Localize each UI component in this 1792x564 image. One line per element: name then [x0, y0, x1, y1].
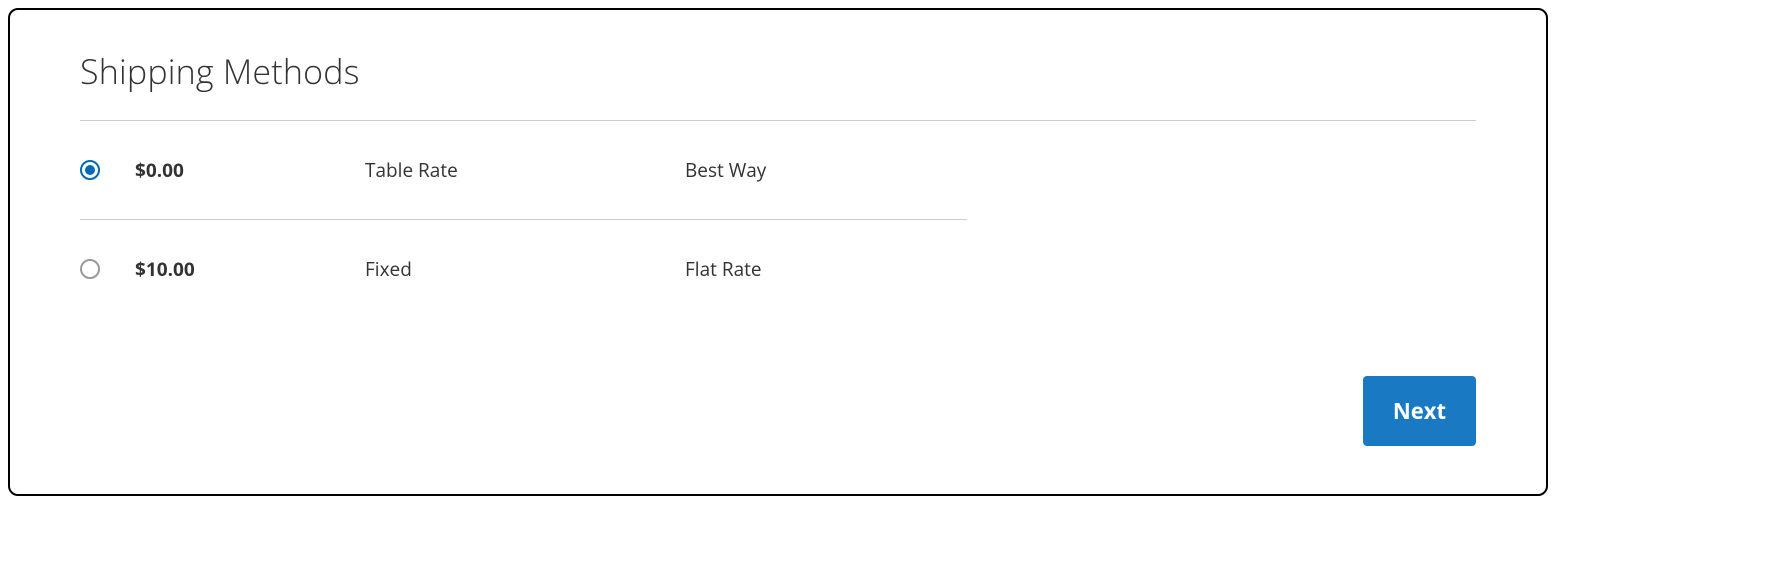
radio-cell — [80, 160, 135, 180]
shipping-price: $0.00 — [135, 157, 365, 183]
radio-table-rate[interactable] — [80, 160, 100, 180]
section-title: Shipping Methods — [80, 48, 1476, 94]
shipping-carrier-name: Best Way — [685, 157, 967, 183]
shipping-method-row[interactable]: $10.00 Fixed Flat Rate — [80, 219, 967, 318]
shipping-method-name: Fixed — [365, 256, 685, 282]
shipping-method-row[interactable]: $0.00 Table Rate Best Way — [80, 121, 967, 219]
radio-cell — [80, 259, 135, 279]
shipping-carrier-name: Flat Rate — [685, 256, 967, 282]
shipping-method-name: Table Rate — [365, 157, 685, 183]
shipping-methods-panel: Shipping Methods $0.00 Table Rate Best W… — [8, 8, 1548, 496]
next-button[interactable]: Next — [1363, 376, 1476, 446]
shipping-methods-list: $0.00 Table Rate Best Way $10.00 Fixed F… — [80, 121, 967, 318]
shipping-price: $10.00 — [135, 256, 365, 282]
radio-flat-rate[interactable] — [80, 259, 100, 279]
